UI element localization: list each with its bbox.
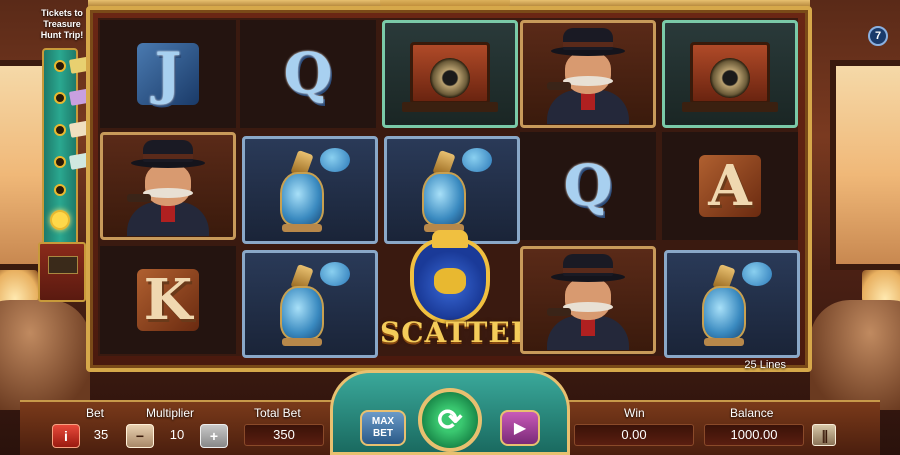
- multiplier-value: 10: [169, 427, 185, 442]
- win-value: 0.00: [621, 427, 647, 442]
- reel-cell-q: Q: [240, 20, 376, 128]
- ticket-track: [42, 48, 94, 248]
- spin-icon: ⟳: [437, 403, 463, 437]
- reel-cell-perfume: [242, 250, 378, 358]
- reel-cell-man: [520, 246, 656, 354]
- camera-icon: [682, 32, 778, 116]
- reel-cell-perfume: [664, 250, 800, 358]
- reel-cell-perfume: [384, 136, 520, 244]
- max-bet-button[interactable]: MAX BET: [360, 410, 406, 446]
- reel-cell-camera: [382, 20, 518, 128]
- sidebar-title: Tickets to Treasure Hunt Trip!: [40, 8, 84, 40]
- reel-cell-scatter: SCATTER: [378, 230, 535, 360]
- spin-button[interactable]: ⟳: [418, 388, 482, 452]
- ticket-node: [54, 60, 66, 72]
- reel-cell-man: [520, 20, 656, 128]
- reel-cell-man: [100, 132, 236, 240]
- reel-cell-q: Q: [520, 132, 656, 240]
- menu-icon: |||: [821, 427, 829, 443]
- ticket-node: [54, 184, 66, 196]
- scatter-label: SCATTER: [380, 316, 535, 349]
- info-button[interactable]: i: [52, 424, 80, 448]
- bet-value: 35: [93, 427, 109, 442]
- autoplay-button[interactable]: ▶: [500, 410, 540, 446]
- balance-value: 1000.00: [730, 427, 778, 442]
- multiplier-plus-button[interactable]: +: [200, 424, 228, 448]
- camera-icon: [402, 32, 498, 116]
- bet-label: Bet: [86, 406, 105, 420]
- total-bet-value: 350: [273, 427, 295, 442]
- menu-button[interactable]: |||: [812, 424, 836, 446]
- reel-cell-camera: [662, 20, 798, 128]
- detective-man-icon: [113, 136, 223, 236]
- perfume-bottle-icon: [684, 258, 780, 350]
- detective-man-icon: [533, 250, 643, 350]
- perfume-bottle-icon: [262, 144, 358, 236]
- multiplier-label: Multiplier: [146, 406, 195, 420]
- multiplier-minus-button[interactable]: −: [126, 424, 154, 448]
- reel-cell-a: A: [662, 132, 798, 240]
- perfume-bottle-icon: [262, 258, 358, 350]
- reel-cell-k: K: [100, 246, 236, 354]
- right-window: [830, 60, 900, 270]
- detective-man-icon: [533, 24, 643, 124]
- ticket-node: [54, 156, 66, 168]
- ticket-progress-sidebar: Tickets to Treasure Hunt Trip!: [30, 6, 94, 336]
- reel-cell-j: J: [100, 20, 236, 128]
- right-seat: [810, 300, 900, 410]
- scatter-crest-icon: SCATTER: [380, 230, 535, 358]
- ticket-box: [38, 242, 86, 302]
- ticket-node-current: [50, 210, 70, 230]
- lines-count: 25 Lines: [744, 359, 786, 371]
- ticket-node: [54, 124, 66, 136]
- ticket-node: [54, 92, 66, 104]
- info-circle-icon[interactable]: 7: [868, 26, 888, 46]
- reel-cell-perfume: [242, 136, 378, 244]
- autoplay-icon: ▶: [513, 420, 527, 437]
- win-label: Win: [624, 406, 645, 420]
- total-bet-label: Total Bet: [254, 406, 301, 420]
- balance-label: Balance: [730, 406, 774, 420]
- perfume-bottle-icon: [404, 144, 500, 236]
